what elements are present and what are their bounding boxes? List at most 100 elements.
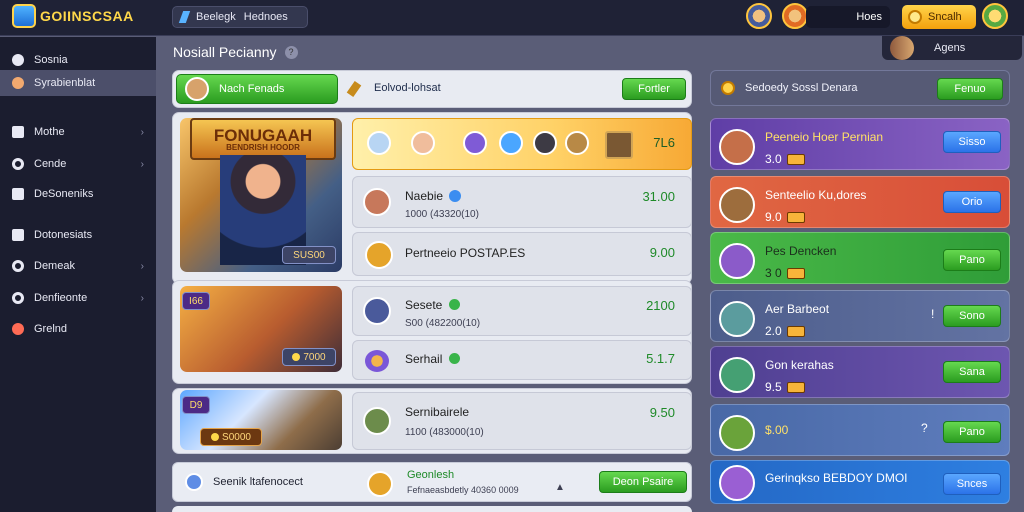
- icon-avatar-3: [463, 131, 487, 155]
- art3-price-tag[interactable]: S0000: [200, 428, 262, 446]
- row-title-4: Serhail: [405, 352, 443, 366]
- sidebar-label-6: Demeak: [34, 260, 75, 272]
- icon-avatar-2: [411, 131, 435, 155]
- verified-icon: [449, 190, 461, 202]
- page-title-wrap: Nosiall Pecianny ?: [173, 44, 298, 60]
- bottom-button-label: Deon Psaire: [612, 476, 674, 488]
- side-card-button-2[interactable]: Orio: [943, 191, 1001, 213]
- top-tab-right-label[interactable]: Eolvod-lohsat: [374, 82, 441, 94]
- clock-icon: [12, 260, 24, 272]
- row-card-4[interactable]: Serhail 5.1.7: [352, 340, 692, 380]
- side-card-avatar-2: [719, 187, 755, 223]
- art2-badge-label: I66: [189, 295, 203, 307]
- featured-icons-row[interactable]: 7L6: [352, 118, 692, 170]
- profile-avatar-1[interactable]: [746, 3, 772, 29]
- shield-icon: [185, 473, 203, 491]
- bottom-button[interactable]: Deon Psaire: [599, 471, 687, 493]
- sidebar-item-denfieonte[interactable]: Denfieonte ›: [0, 285, 156, 311]
- sidebar-label-2: Mothe: [34, 126, 65, 138]
- gold-coins-icon: [365, 241, 393, 269]
- art2-price-tag[interactable]: 7000: [282, 348, 336, 366]
- row-card-1[interactable]: Naebie 1000 (43320(10) 31.00: [352, 176, 692, 228]
- side-card-button-6[interactable]: Pano: [943, 421, 1001, 443]
- side-card-num-2: 9.0: [765, 210, 805, 224]
- side-card-4[interactable]: Aer Barbeot 2.0 ! Sono: [710, 290, 1010, 342]
- side-card-avatar-7: [719, 465, 755, 501]
- bottom-center-sub: Fefnaeasbdetly 40360 0009: [407, 485, 519, 495]
- bottom-left-label: Seenik ltafenocect: [213, 476, 303, 488]
- sidebar-item-cende[interactable]: Cende ›: [0, 151, 156, 177]
- bottom-row[interactable]: Seenik ltafenocect Geonlesh Fefnaeasbdet…: [172, 462, 692, 502]
- ball-icon: [12, 323, 24, 335]
- side-card-button-4[interactable]: Sono: [943, 305, 1001, 327]
- side-card-name-7: Gerinqkso BEBDOY DMOI: [765, 471, 908, 485]
- info-mark: ?: [921, 421, 928, 435]
- side-card-5[interactable]: Gon kerahas 9.5 Sana: [710, 346, 1010, 398]
- top-nav-right[interactable]: Hednoes: [244, 11, 288, 23]
- side-card-3[interactable]: Pes Dencken 3 0 Pano: [710, 232, 1010, 284]
- sidebar: Sosnia Syrabienblat Mothe › Cende › DeSo…: [0, 37, 156, 512]
- right-header-button-label: Fenuo: [954, 83, 986, 95]
- coin-button[interactable]: Sncalh: [902, 5, 976, 29]
- coin-button-label: Sncalh: [928, 11, 962, 23]
- top-nav[interactable]: Beelegk Hednoes: [172, 6, 308, 28]
- side-card-button-7[interactable]: Snces: [943, 473, 1001, 495]
- user-label[interactable]: Hoes: [806, 6, 890, 28]
- grid-icon: [12, 188, 24, 200]
- featured-value: 7L6: [653, 135, 675, 150]
- chevron-right-icon: ›: [140, 126, 144, 138]
- side-card-name-1: Peeneio Hoer Pernian: [765, 130, 884, 144]
- row-card-3[interactable]: Sesete S00 (482200(10) 2100: [352, 286, 692, 336]
- side-card-button-5[interactable]: Sana: [943, 361, 1001, 383]
- side-card-6[interactable]: $.00 ? Pano: [710, 404, 1010, 456]
- side-card-num-1: 3.0: [765, 152, 805, 166]
- hero-banner: FONUGAAH BENDRISH HOODR: [190, 118, 336, 160]
- wallet-icon: [786, 153, 805, 165]
- side-card-button-1[interactable]: Sisso: [943, 131, 1001, 153]
- sidebar-item-syrabienblat[interactable]: Syrabienblat: [0, 70, 156, 96]
- right-header-button[interactable]: Fenuo: [937, 78, 1003, 100]
- side-card-name-5: Gon kerahas: [765, 358, 834, 372]
- bottom-next-row: [172, 506, 692, 512]
- side-card-1[interactable]: Peeneio Hoer Pernian 3.0 Sisso: [710, 118, 1010, 170]
- side-card-2[interactable]: Senteelio Ku,dores 9.0 Orio: [710, 176, 1010, 228]
- row-sub-1: 1000 (43320(10): [405, 209, 479, 220]
- side-card-avatar-1: [719, 129, 755, 165]
- status-green-icon: [449, 299, 460, 310]
- sidebar-label-3: Cende: [34, 158, 67, 170]
- top-tab-left[interactable]: Nach Fenads: [176, 74, 338, 104]
- hero-price: SUS00: [293, 249, 325, 261]
- hero-price-tag[interactable]: SUS00: [282, 246, 336, 264]
- sidebar-item-dotonesiats[interactable]: Dotonesiats: [0, 222, 156, 248]
- slash-icon: [178, 11, 191, 23]
- sidebar-item-desoneniks[interactable]: DeSoneniks: [0, 181, 156, 207]
- side-card-num-3: 3 0: [765, 266, 805, 280]
- card-icon: [12, 229, 24, 241]
- row-card-5[interactable]: Sernibairele 1100 (483000(10) 9.50: [352, 392, 692, 450]
- coin-icon: [292, 353, 301, 361]
- logo-icon: [12, 4, 36, 28]
- side-card-button-3[interactable]: Pano: [943, 249, 1001, 271]
- help-icon[interactable]: ?: [284, 45, 298, 59]
- sidebar-label-1: Syrabienblat: [34, 77, 96, 89]
- top-nav-left[interactable]: Beelegk: [196, 11, 236, 23]
- settings-avatar[interactable]: [982, 3, 1008, 29]
- hero-banner-title: FONUGAAH: [213, 125, 313, 145]
- row-value-2: 9.00: [649, 245, 675, 260]
- filter-button[interactable]: Fortler: [622, 78, 686, 100]
- side-card-name-6: $.00: [765, 423, 789, 437]
- wallet-icon: [786, 381, 805, 393]
- profile-avatar-2[interactable]: [782, 3, 808, 29]
- side-card-7[interactable]: Gerinqkso BEBDOY DMOI Snces: [710, 460, 1010, 504]
- sidebar-item-grelnd[interactable]: Grelnd: [0, 316, 156, 342]
- up-arrow-icon: ▲: [555, 482, 565, 493]
- row-sub-3: S00 (482200(10): [405, 318, 481, 329]
- row-avatar-1: [363, 188, 391, 216]
- sidebar-item-demeak[interactable]: Demeak ›: [0, 253, 156, 279]
- gold-icon: [367, 471, 393, 497]
- app-logo[interactable]: GOIINSCSAA: [12, 4, 134, 28]
- sidebar-item-mothe[interactable]: Mothe ›: [0, 119, 156, 145]
- row-card-2[interactable]: Pertneeio POSTAP.ES 9.00: [352, 232, 692, 276]
- row-title-2: Pertneeio POSTAP.ES: [405, 246, 526, 260]
- side-card-avatar-4: [719, 301, 755, 337]
